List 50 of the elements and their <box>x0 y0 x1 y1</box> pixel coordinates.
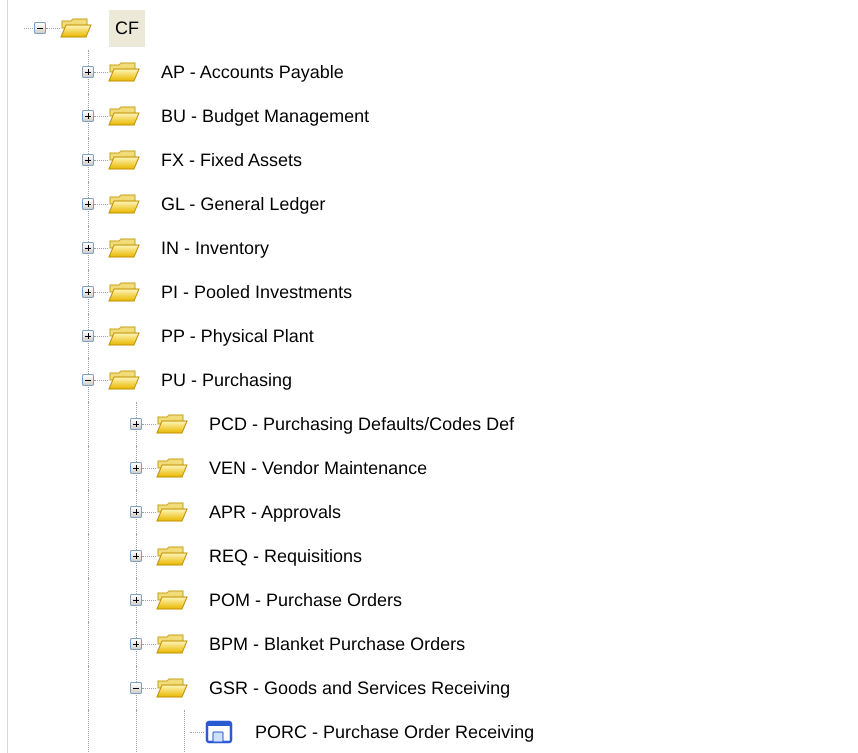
expander-toggle[interactable] <box>130 506 142 518</box>
tree-item[interactable]: BPM - Blanket Purchase Orders <box>205 628 470 660</box>
expander-toggle[interactable] <box>130 638 142 650</box>
expander-toggle[interactable] <box>130 550 142 562</box>
tree-item[interactable]: REQ - Requisitions <box>205 540 366 572</box>
tree-item[interactable]: POM - Purchase Orders <box>205 584 406 616</box>
folder-icon <box>156 456 188 480</box>
expander-toggle[interactable] <box>82 198 94 210</box>
folder-icon <box>108 236 140 260</box>
expander-toggle[interactable] <box>130 462 142 474</box>
expander-toggle[interactable] <box>82 286 94 298</box>
folder-icon <box>156 632 188 656</box>
folder-icon <box>108 192 140 216</box>
tree-item[interactable]: PU - Purchasing <box>157 364 296 396</box>
expander-toggle[interactable] <box>130 682 142 694</box>
tree-item[interactable]: VEN - Vendor Maintenance <box>205 452 432 484</box>
expander-toggle[interactable] <box>82 330 94 342</box>
tree-item[interactable]: AP - Accounts Payable <box>157 56 348 88</box>
tree-item[interactable]: IN - Inventory <box>157 232 274 264</box>
folder-icon <box>156 412 188 436</box>
folder-icon <box>156 676 188 700</box>
tree-item[interactable]: PCD - Purchasing Defaults/Codes Def <box>205 408 518 440</box>
window-icon <box>204 719 234 745</box>
folder-icon <box>108 148 140 172</box>
expander-toggle[interactable] <box>82 66 94 78</box>
expander-toggle[interactable] <box>130 418 142 430</box>
tree-item[interactable]: GL - General Ledger <box>157 188 330 220</box>
tree-item[interactable]: PI - Pooled Investments <box>157 276 356 308</box>
expander-toggle[interactable] <box>130 594 142 606</box>
tree-item[interactable]: BU - Budget Management <box>157 100 374 132</box>
expander-toggle[interactable] <box>82 374 94 386</box>
tree-item[interactable]: APR - Approvals <box>205 496 346 528</box>
expander-toggle[interactable] <box>82 110 94 122</box>
expander-toggle[interactable] <box>82 242 94 254</box>
folder-icon <box>60 16 92 40</box>
folder-icon <box>108 280 140 304</box>
tree-item[interactable]: PORC - Purchase Order Receiving <box>251 716 538 748</box>
expander-toggle[interactable] <box>34 22 46 34</box>
tree-item[interactable]: CF <box>109 10 145 46</box>
folder-icon <box>156 500 188 524</box>
tree-item[interactable]: FX - Fixed Assets <box>157 144 306 176</box>
folder-icon <box>108 324 140 348</box>
tree-item[interactable]: PP - Physical Plant <box>157 320 318 352</box>
folder-icon <box>108 368 140 392</box>
tree-item[interactable]: GSR - Goods and Services Receiving <box>205 672 514 704</box>
expander-toggle[interactable] <box>82 154 94 166</box>
folder-icon <box>108 60 140 84</box>
folder-icon <box>156 588 188 612</box>
folder-icon <box>156 544 188 568</box>
folder-icon <box>108 104 140 128</box>
